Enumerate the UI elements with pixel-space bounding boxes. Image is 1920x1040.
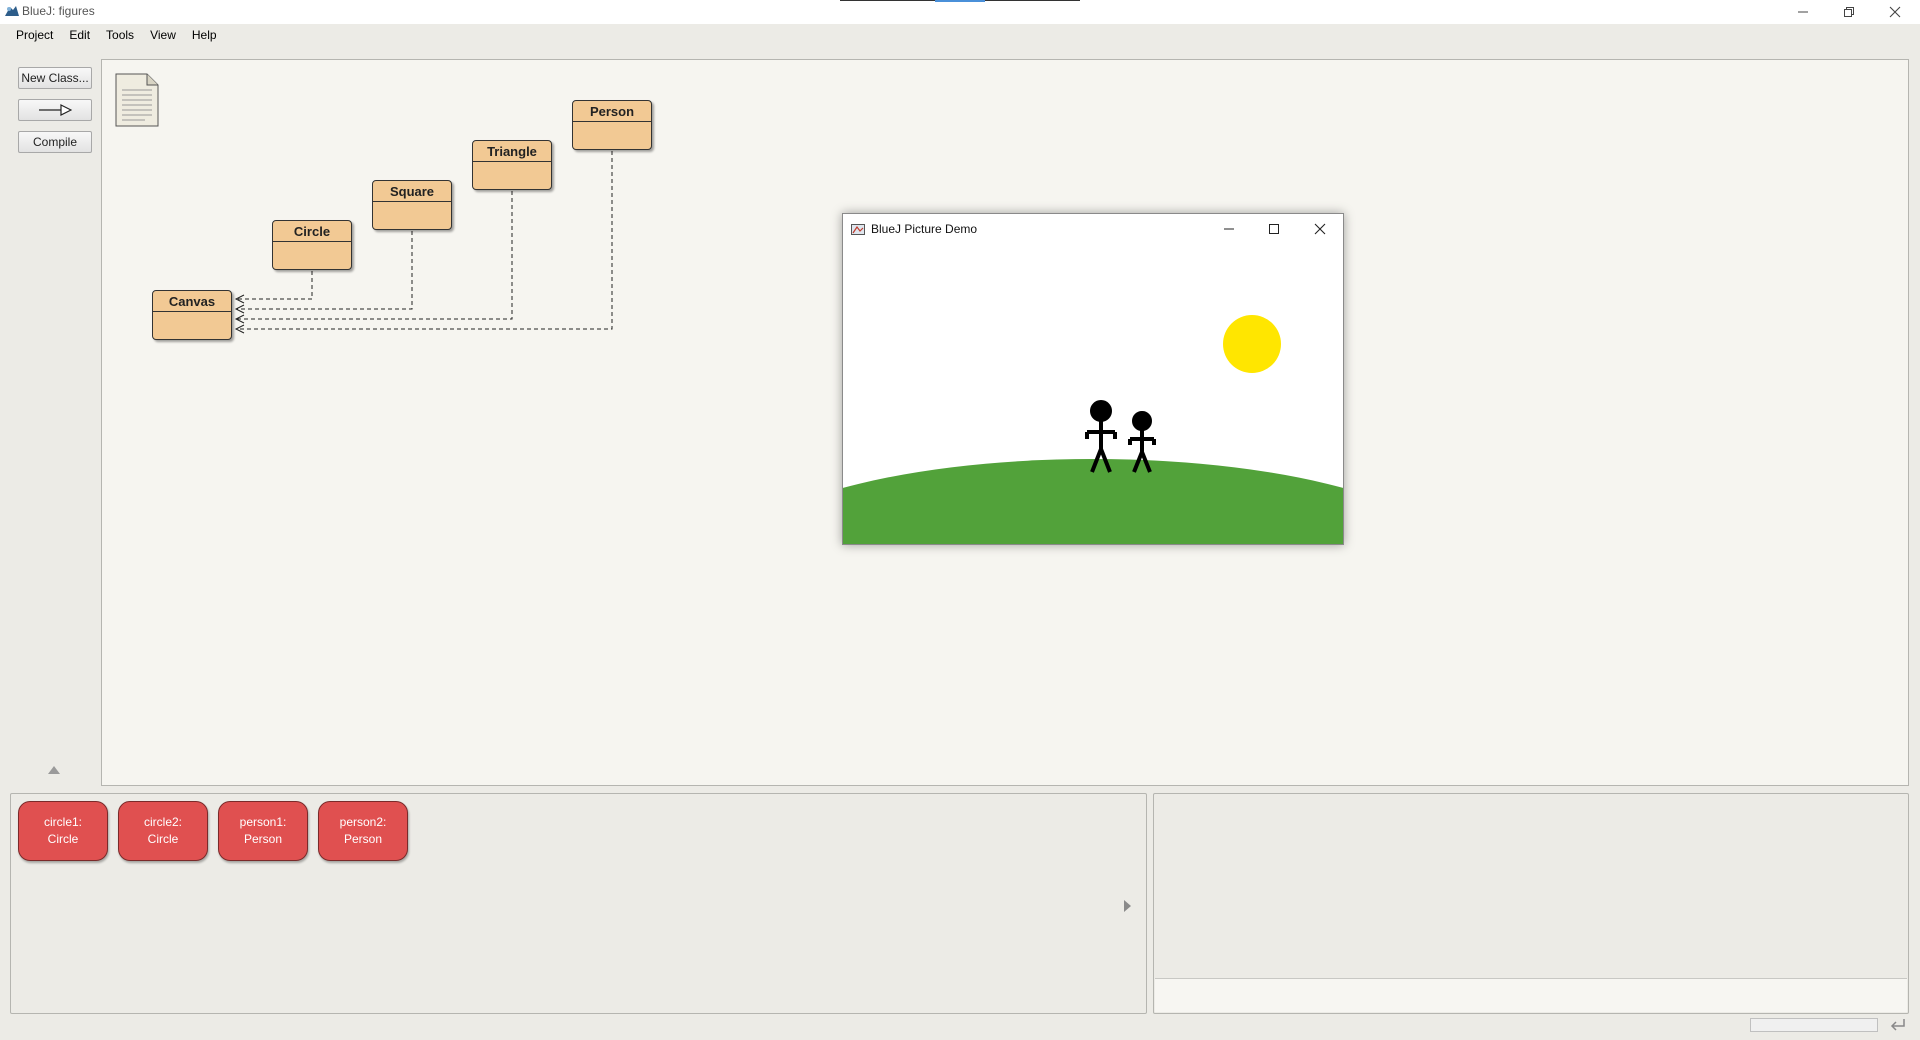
minimize-button[interactable] [1780,0,1826,24]
demo-minimize-button[interactable] [1207,214,1251,244]
menu-view[interactable]: View [142,28,184,42]
return-icon[interactable] [1888,1016,1908,1034]
picture-demo-window[interactable]: BlueJ Picture Demo [842,213,1344,545]
collapse-arrow-icon[interactable] [48,766,60,774]
demo-maximize-button[interactable] [1252,214,1296,244]
class-circle[interactable]: Circle [272,220,352,270]
sun [1223,315,1281,373]
picture-canvas [843,244,1343,544]
title-bar: BlueJ: figures [0,0,1920,24]
close-icon [1889,6,1901,18]
expand-arrow-icon[interactable] [1124,900,1131,912]
class-canvas[interactable]: Canvas [152,290,232,340]
menu-help[interactable]: Help [184,28,225,42]
class-name: Triangle [473,141,551,162]
new-class-button[interactable]: New Class... [18,67,92,89]
class-square[interactable]: Square [372,180,452,230]
restore-button[interactable] [1826,0,1872,24]
minimize-icon [1798,11,1808,13]
compile-button[interactable]: Compile [18,131,92,153]
bluej-icon [5,6,19,16]
demo-close-button[interactable] [1298,214,1342,244]
restore-icon [1844,7,1854,17]
document-icon[interactable] [115,73,159,127]
java-icon [851,224,865,235]
object-person1[interactable]: person1: Person [218,801,308,861]
title-accent [935,0,985,2]
class-name: Person [573,101,651,122]
menu-project[interactable]: Project [8,28,61,42]
arrow-right-icon [39,104,72,116]
uses-arrow-button[interactable] [18,99,92,121]
object-circle1[interactable]: circle1: Circle [18,801,108,861]
class-triangle[interactable]: Triangle [472,140,552,190]
object-name: circle2: [143,815,182,829]
class-name: Circle [273,221,351,242]
maximize-icon [1269,224,1279,234]
object-type: Person [343,832,383,846]
object-type: Person [243,832,283,846]
class-name: Square [373,181,451,202]
object-bench[interactable]: circle1: Circle circle2: Circle person1:… [10,793,1147,1014]
object-name: person2: [339,815,387,829]
codepad-input[interactable] [1155,978,1907,1012]
object-name: person1: [239,815,287,829]
demo-title-bar[interactable]: BlueJ Picture Demo [843,214,1343,244]
status-progress-bar [1750,1018,1878,1032]
object-type: Circle [147,832,179,846]
object-person2[interactable]: person2: Person [318,801,408,861]
window-title: BlueJ: figures [22,4,95,18]
minimize-icon [1224,228,1234,230]
object-circle2[interactable]: circle2: Circle [118,801,208,861]
object-type: Circle [47,832,79,846]
class-person[interactable]: Person [572,100,652,150]
close-button[interactable] [1872,0,1918,24]
demo-window-title: BlueJ Picture Demo [871,222,978,236]
class-name: Canvas [153,291,231,312]
object-name: circle1: [43,815,82,829]
menu-edit[interactable]: Edit [61,28,98,42]
close-icon [1314,223,1326,235]
menu-bar: Project Edit Tools View Help [0,24,1920,46]
menu-tools[interactable]: Tools [98,28,142,42]
